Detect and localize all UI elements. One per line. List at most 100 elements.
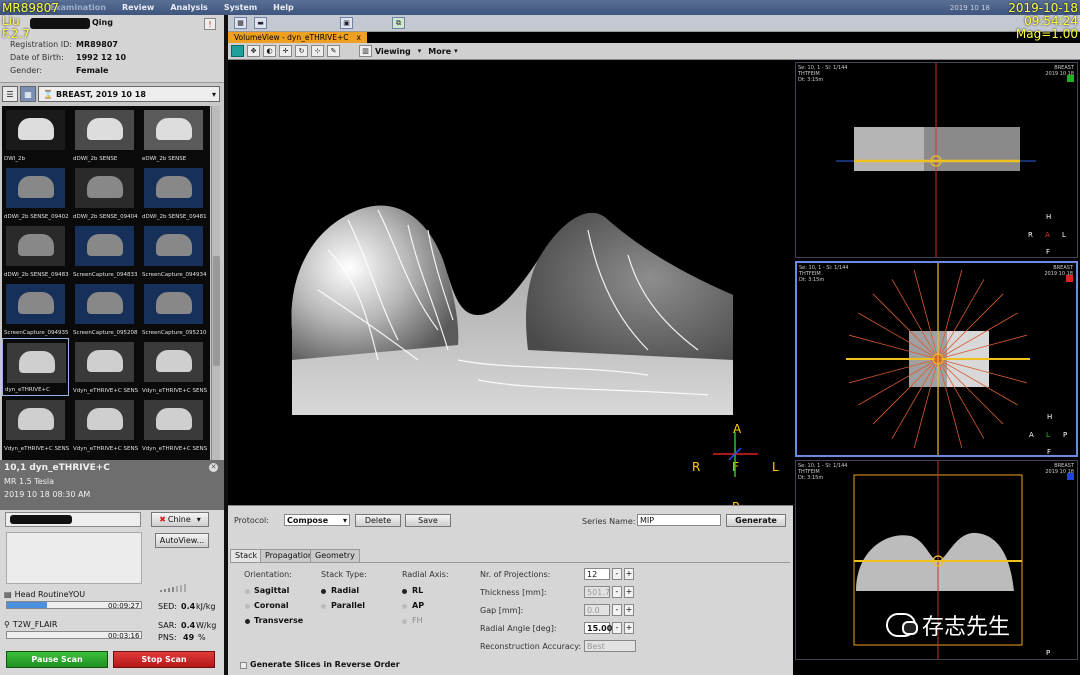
option-rl[interactable]: RL [412,586,423,595]
radio-coronal[interactable] [245,604,250,609]
tab-geometry[interactable]: Geometry [310,549,360,562]
save-button[interactable]: Save [405,514,451,527]
monitor-icon[interactable]: ▣ [340,17,353,29]
thumbnail[interactable]: Vdyn_eTHRIVE+C SENS [140,338,207,396]
thumbnail[interactable]: ScreenCapture_095208 [71,280,138,338]
radio-parallel[interactable] [321,604,326,609]
radial-angle-input[interactable]: 15.00 [584,622,612,634]
reverse-order-checkbox[interactable] [240,662,247,669]
delete-button[interactable]: Delete [355,514,401,527]
close-icon[interactable]: x [357,33,361,42]
thumbnail[interactable]: DWI_2b [2,106,69,164]
thumbnail[interactable]: Vdyn_eTHRIVE+C SENS [71,338,138,396]
thumbnail-label: eDWI_2b SENSE [142,156,187,162]
chevron-down-icon: ▾ [211,89,216,99]
option-radial[interactable]: Radial [331,586,359,595]
patient-alert-icon[interactable]: ! [204,18,216,30]
nr-projections-input[interactable]: 12 [584,568,610,580]
cursor-icon[interactable]: ⊹ [311,45,324,57]
thumbnail[interactable]: dDWI_2b SENSE_09483 [2,222,69,280]
autoview-button[interactable]: AutoView... [155,533,209,548]
series-name-input[interactable]: MIP [637,514,721,526]
radio-radial[interactable] [321,589,326,594]
scroll-handle[interactable] [213,256,220,366]
coronal-viewport[interactable]: Se: 10, 1 - Sl: 1/144 THTFEIM Dt: 3:15m … [795,62,1078,258]
decrement-button[interactable]: - [612,586,622,598]
thumbnail[interactable]: ScreenCapture_095210 [140,280,207,338]
sagittal-viewport[interactable]: Se: 10, 1 - Sl: 1/144 THTFEIM Dt: 3:15m … [795,261,1078,457]
series-name-label: Series Name: [582,517,636,526]
menu-system[interactable]: System [216,3,265,12]
option-ap[interactable]: AP [412,601,424,610]
reverse-order-label[interactable]: Generate Slices in Reverse Order [250,660,400,669]
viewing-menu[interactable]: Viewing [375,47,411,56]
radio-rl[interactable] [402,589,407,594]
thumbnail[interactable]: ScreenCapture_094935 [2,280,69,338]
side-viewports: Se: 10, 1 - Sl: 1/144 THTFEIM Dt: 3:15m … [795,60,1080,675]
option-coronal[interactable]: Coronal [254,601,289,610]
thickness-input[interactable]: 501.7 [584,586,610,598]
thumbnail[interactable]: dDWI_2b SENSE_09481 [140,164,207,222]
tab-volumeview[interactable]: VolumeView - dyn_eTHRIVE+C x [228,32,367,43]
increment-button[interactable]: + [624,604,634,616]
contrast-icon[interactable]: ◐ [263,45,276,57]
thumbnail[interactable]: Vdyn_eTHRIVE+C SENS [71,396,138,454]
more-menu[interactable]: More [428,47,451,56]
scan-item-name: T2W_FLAIR [12,620,58,629]
recon-accuracy-select[interactable]: Best [584,640,636,652]
increment-button[interactable]: + [624,568,634,580]
pause-scan-button[interactable]: Pause Scan [6,651,108,668]
book-icon[interactable]: ▥ [359,45,372,57]
scan-item-1[interactable]: ▤ Head RoutineYOU [4,590,85,599]
thumbnail-label: dDWI_2b SENSE_09404 [73,214,138,220]
menu-analysis[interactable]: Analysis [162,3,216,12]
pan-icon[interactable]: ✥ [247,45,260,57]
thumbnail[interactable]: dDWI_2b SENSE_09402 [2,164,69,222]
thumbnail[interactable]: Vdyn_eTHRIVE+C SENS [2,396,69,454]
color-icon[interactable] [231,45,244,57]
option-parallel[interactable]: Parallel [331,601,365,610]
gap-input[interactable]: 0.0 [584,604,610,616]
main-viewport[interactable]: A R F L P [228,60,793,505]
option-transverse[interactable]: Transverse [254,616,303,625]
language-select[interactable]: ✖ Chine ▾ [151,512,209,527]
thumbnail[interactable]: Vdyn_eTHRIVE+C SENS [140,396,207,454]
menu-help[interactable]: Help [265,3,302,12]
decrement-button[interactable]: - [612,622,622,634]
grid-view-button[interactable]: ▦ [20,86,36,102]
rotate-icon[interactable]: ↻ [295,45,308,57]
generate-button[interactable]: Generate [726,514,786,527]
study-select[interactable]: ⌛ BREAST, 2019 10 18 ▾ [38,86,220,102]
radio-transverse[interactable] [245,619,250,624]
list-view-button[interactable]: ☰ [2,86,18,102]
thumbnail[interactable]: ScreenCapture_094833 [71,222,138,280]
folder-icon[interactable]: ▬ [254,17,267,29]
thumbnail-scrollbar[interactable] [211,106,220,460]
decrement-button[interactable]: - [612,604,622,616]
close-icon[interactable]: ✕ [209,463,218,472]
thumbnail[interactable]: ScreenCapture_094934 [140,222,207,280]
stop-scan-button[interactable]: Stop Scan [113,651,215,668]
option-sagittal[interactable]: Sagittal [254,586,289,595]
arrange-icon[interactable]: ⧉ [392,17,405,29]
radio-sagittal[interactable] [245,589,250,594]
increment-button[interactable]: + [624,586,634,598]
scan-item-2[interactable]: ⚲ T2W_FLAIR [4,620,57,629]
document-icon: ▤ [4,590,12,599]
increment-button[interactable]: + [624,622,634,634]
menu-review[interactable]: Review [114,3,162,12]
layout-grid-icon[interactable]: ▦ [234,17,247,29]
tab-stack[interactable]: Stack [230,549,263,562]
crosshair-icon[interactable]: ✛ [279,45,292,57]
option-fh[interactable]: FH [412,616,423,625]
decrement-button[interactable]: - [612,568,622,580]
thumbnail[interactable]: dDWI_2b SENSE_09404 [71,164,138,222]
protocol-select[interactable]: Compose ▾ [284,514,350,526]
radio-ap[interactable] [402,604,407,609]
thumbnail[interactable]: dDWI_2b SENSE [71,106,138,164]
thumbnail[interactable]: dyn_eTHRIVE+C [2,338,69,396]
radio-fh[interactable] [402,619,407,624]
thumbnail[interactable]: eDWI_2b SENSE [140,106,207,164]
thumbnail-image [75,284,134,324]
pen-icon[interactable]: ✎ [327,45,340,57]
